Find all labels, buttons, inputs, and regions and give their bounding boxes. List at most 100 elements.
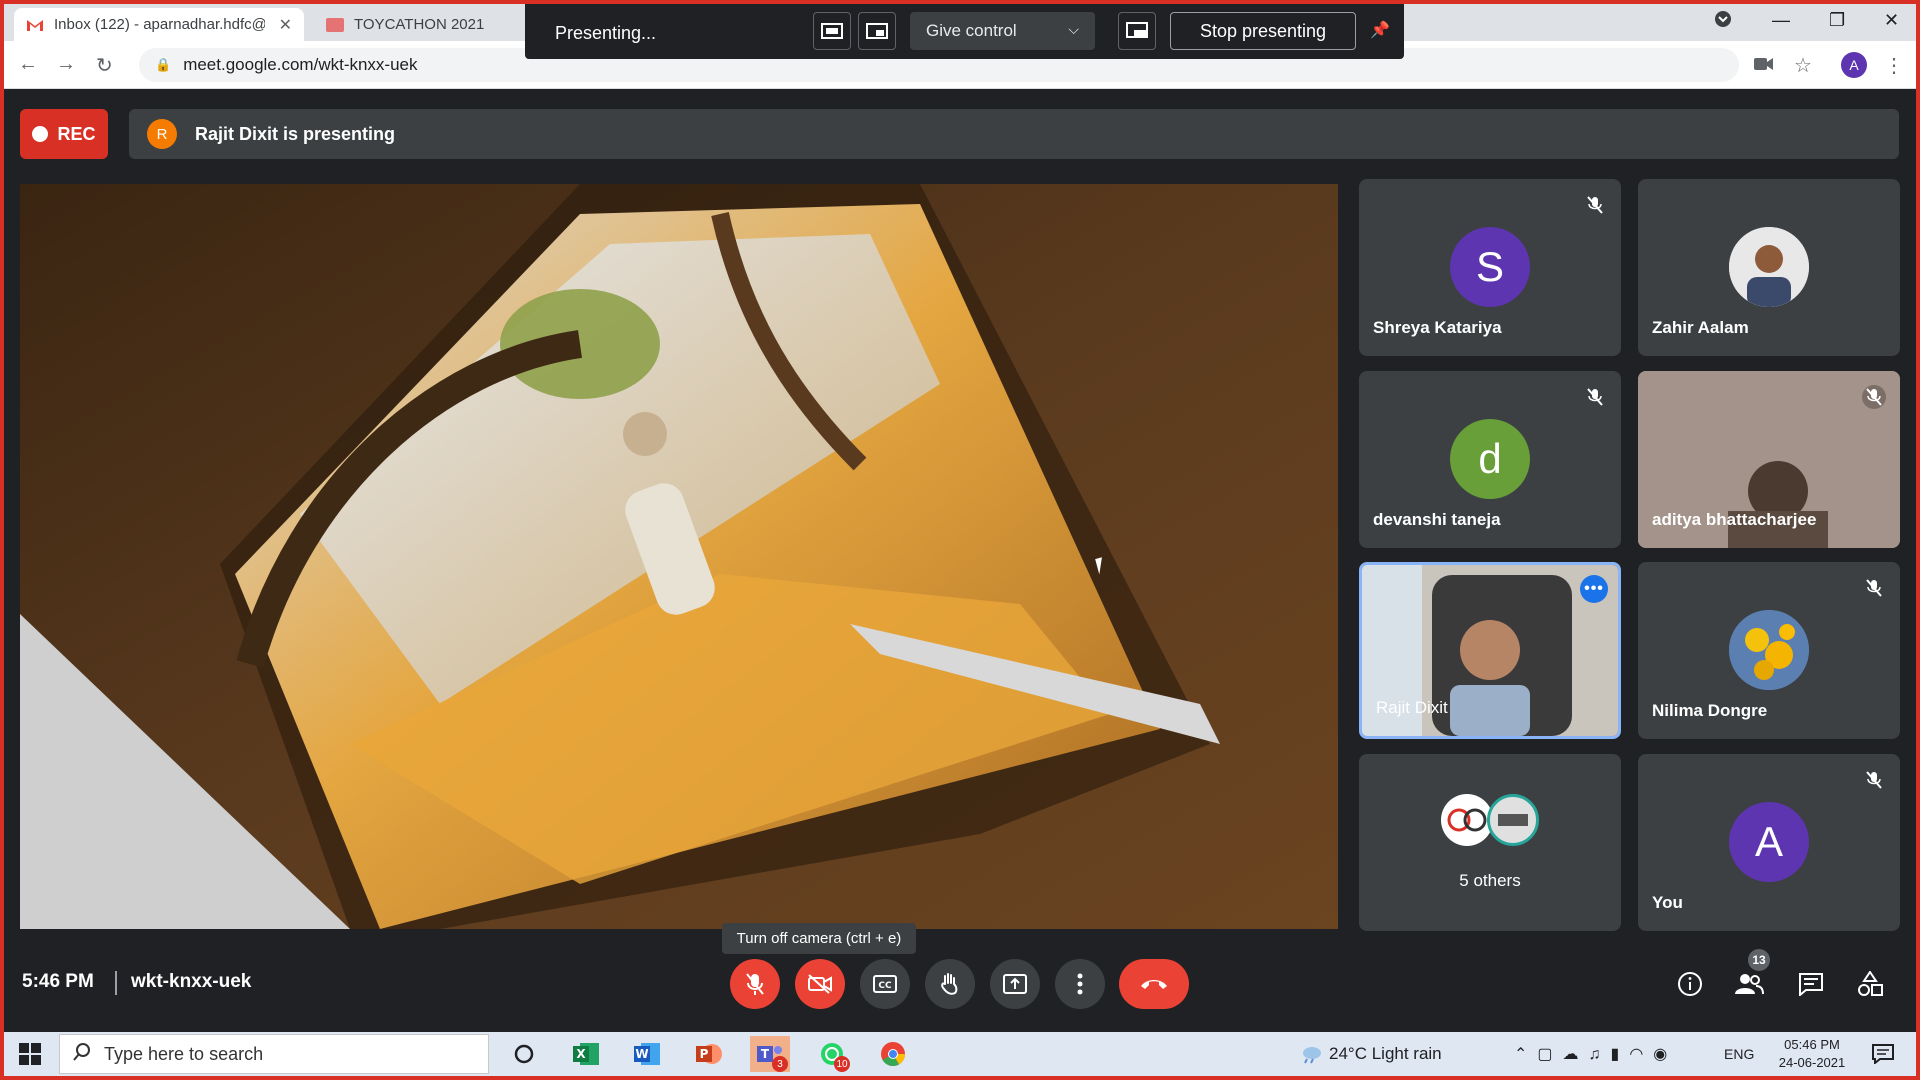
participant-name: aditya bhattacharjee <box>1652 510 1817 529</box>
others-tile[interactable]: 5 others <box>1359 754 1621 931</box>
give-control-dropdown[interactable]: Give control ⌵ <box>910 12 1095 50</box>
participant-name: Shreya Katariya <box>1373 318 1502 337</box>
toycathon-icon <box>326 17 344 32</box>
screen-frame: Inbox (122) - aparnadhar.hdfc@g ✕ TOYCAT… <box>4 4 1916 1076</box>
participant-name: Zahir Aalam <box>1652 318 1749 337</box>
participant-photo <box>1729 227 1809 307</box>
hang-up-icon <box>1141 980 1167 989</box>
participant-name: Nilima Dongre <box>1652 701 1768 720</box>
reload-icon[interactable]: ↻ <box>96 53 113 78</box>
others-avatars <box>1441 794 1541 849</box>
svg-text:CC: CC <box>878 981 892 991</box>
windows-taskbar: Type here to search X W P T 3 10 24°C Li… <box>4 1032 1916 1076</box>
participant-name: devanshi taneja <box>1373 510 1501 529</box>
participant-tile[interactable]: Zahir Aalam <box>1638 179 1900 356</box>
participant-tile[interactable]: d devanshi taneja <box>1359 371 1621 548</box>
forward-icon[interactable]: → <box>56 53 76 76</box>
whatsapp-icon[interactable]: 10 <box>812 1036 852 1072</box>
more-options-button[interactable]: ••• <box>1580 575 1608 603</box>
activities-icon[interactable] <box>1855 969 1885 999</box>
mic-off-icon <box>746 973 764 995</box>
system-time: 05:46 PM <box>1784 1037 1840 1052</box>
captions-button[interactable]: CC <box>860 959 910 1009</box>
mic-off-icon <box>1583 385 1607 409</box>
participant-name: You <box>1652 893 1683 912</box>
language-indicator[interactable]: ENG <box>1724 1046 1754 1062</box>
tray-icons[interactable]: ⌃▢☁♫▮◠◉ <box>1514 1044 1677 1064</box>
captions-icon: CC <box>873 975 897 993</box>
participant-avatar: A <box>1729 802 1809 882</box>
search-icon <box>72 1042 92 1067</box>
tab-label: Inbox (122) - aparnadhar.hdfc@g <box>54 16 265 33</box>
tab-search-icon[interactable] <box>1714 10 1732 33</box>
url-text: meet.google.com/wkt-knxx-uek <box>183 55 418 74</box>
presenter-banner-text: Rajit Dixit is presenting <box>195 123 396 144</box>
camera-toggle-button[interactable] <box>795 959 845 1009</box>
camera-off-icon <box>808 974 832 994</box>
excel-icon[interactable]: X <box>566 1036 606 1072</box>
bookmark-star-icon[interactable]: ☆ <box>1794 53 1812 78</box>
close-tab-icon[interactable]: ✕ <box>279 15 292 35</box>
minimize-icon[interactable]: — <box>1772 10 1790 31</box>
back-icon[interactable]: ← <box>18 53 38 76</box>
camera-indicator-icon[interactable] <box>1754 54 1774 77</box>
presenting-status: Presenting... <box>555 23 657 43</box>
leave-call-button[interactable] <box>1119 959 1189 1009</box>
more-options-button[interactable] <box>1055 959 1105 1009</box>
participant-tile[interactable]: S Shreya Katariya <box>1359 179 1621 356</box>
participant-avatar: S <box>1450 227 1530 307</box>
svg-text:W: W <box>635 1047 648 1061</box>
chat-icon[interactable] <box>1796 969 1826 999</box>
tab-toycathon[interactable]: TOYCATHON 2021 <box>314 8 544 41</box>
tab-gmail[interactable]: Inbox (122) - aparnadhar.hdfc@g ✕ <box>14 8 304 41</box>
close-window-icon[interactable]: ✕ <box>1884 10 1899 31</box>
svg-text:T: T <box>761 1047 770 1061</box>
camera-tooltip: Turn off camera (ctrl + e) <box>722 923 916 954</box>
participant-name: Rajit Dixit <box>1376 698 1448 717</box>
microphone-toggle-button[interactable] <box>730 959 780 1009</box>
give-control-label: Give control <box>926 21 1017 40</box>
notifications-icon[interactable] <box>1872 1044 1894 1069</box>
participant-logo <box>1487 794 1539 846</box>
cortana-icon[interactable] <box>504 1036 544 1072</box>
participant-tile[interactable]: Nilima Dongre <box>1638 562 1900 739</box>
mic-off-icon <box>1862 385 1886 409</box>
meeting-details-icon[interactable] <box>1675 969 1705 999</box>
system-date: 24-06-2021 <box>1778 1055 1846 1070</box>
people-icon[interactable] <box>1734 969 1764 999</box>
windows-start-icon[interactable] <box>18 1042 42 1066</box>
presentation-stage[interactable] <box>20 184 1338 929</box>
participant-photo <box>1729 610 1809 690</box>
gmail-icon <box>26 18 44 32</box>
self-tile[interactable]: A You <box>1638 754 1900 931</box>
record-dot-icon <box>32 126 49 142</box>
chrome-menu-icon[interactable]: ⋮ <box>1884 53 1904 78</box>
weather-text[interactable]: 24°C Light rain <box>1329 1044 1442 1064</box>
mic-off-icon <box>1862 768 1886 792</box>
word-icon[interactable]: W <box>627 1036 667 1072</box>
maximize-icon[interactable]: ❐ <box>1829 10 1845 31</box>
participant-count-badge: 13 <box>1748 949 1770 971</box>
chrome-icon[interactable] <box>873 1036 913 1072</box>
presenter-video-tile[interactable]: ••• Rajit Dixit <box>1359 562 1621 739</box>
powerpoint-icon[interactable]: P <box>689 1036 729 1072</box>
taskbar-search-box[interactable]: Type here to search <box>59 1034 489 1074</box>
profile-avatar[interactable]: A <box>1841 52 1867 78</box>
stop-cast-icon[interactable] <box>1118 12 1156 50</box>
raise-hand-button[interactable] <box>925 959 975 1009</box>
stop-presenting-button[interactable]: Stop presenting <box>1170 12 1356 50</box>
weather-icon <box>1299 1044 1323 1069</box>
present-now-button[interactable] <box>990 959 1040 1009</box>
present-window-icon[interactable] <box>858 12 896 50</box>
system-clock[interactable]: 05:46 PM 24-06-2021 <box>1777 1036 1847 1072</box>
present-screen-icon[interactable] <box>813 12 851 50</box>
teams-icon[interactable]: T 3 <box>750 1036 790 1072</box>
participant-logo <box>1441 794 1493 846</box>
participant-video-tile[interactable]: aditya bhattacharjee <box>1638 371 1900 548</box>
presenting-toolbar: Presenting... Give control ⌵ Stop presen… <box>525 4 1404 59</box>
hand-icon <box>941 973 958 995</box>
search-placeholder: Type here to search <box>104 1043 264 1064</box>
pin-icon[interactable]: 📌 <box>1370 20 1390 40</box>
others-label: 5 others <box>1459 871 1521 890</box>
divider <box>115 971 117 995</box>
